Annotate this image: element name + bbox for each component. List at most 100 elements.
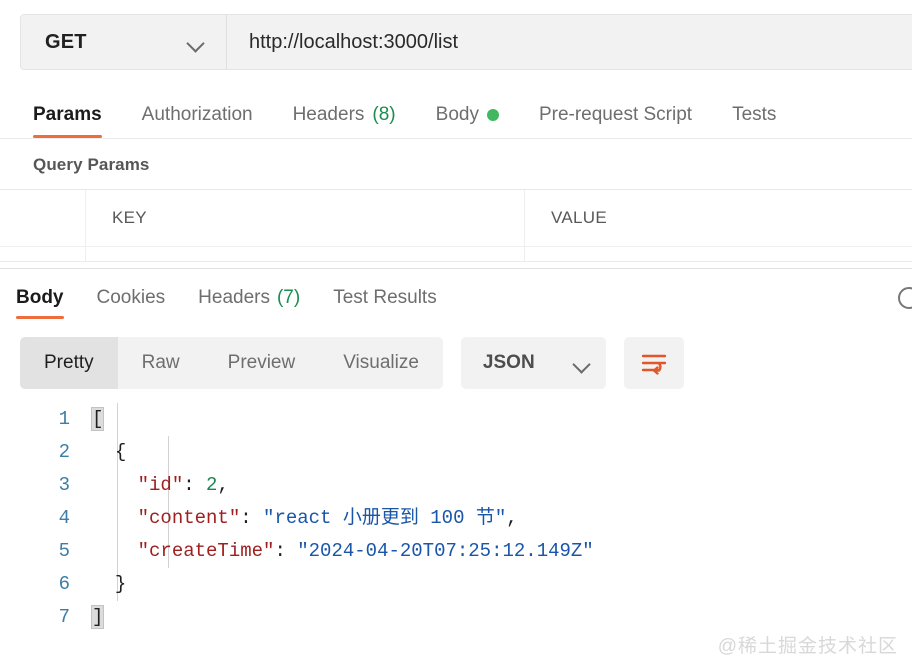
response-language-label: JSON xyxy=(483,352,535,374)
json-colon: : xyxy=(274,540,297,562)
code-line: 4 "content": "react 小册更到 100 节", xyxy=(0,502,912,535)
tab-body[interactable]: Body xyxy=(436,104,499,138)
code-line-content: ] xyxy=(92,601,103,634)
response-info-button[interactable] xyxy=(898,287,912,309)
json-key-id: "id" xyxy=(138,474,184,496)
response-tab-bar: Body Cookies Headers (7) Test Results xyxy=(0,269,912,319)
response-tab-body[interactable]: Body xyxy=(16,287,64,319)
line-number: 7 xyxy=(0,601,92,634)
tab-tests[interactable]: Tests xyxy=(732,104,776,138)
line-number: 3 xyxy=(0,469,92,502)
response-pane: Body Cookies Headers (7) Test Results Pr… xyxy=(0,268,912,634)
tab-headers[interactable]: Headers (8) xyxy=(293,104,396,138)
code-line-content: { xyxy=(92,436,126,469)
tab-authorization[interactable]: Authorization xyxy=(142,104,253,138)
response-view-mode-group: Pretty Raw Preview Visualize xyxy=(20,337,443,389)
code-line-content: "id": 2, xyxy=(92,469,229,502)
chevron-down-icon xyxy=(573,355,590,372)
row-key-cell[interactable] xyxy=(86,247,525,261)
json-value-content: "react 小册更到 100 节" xyxy=(263,507,506,529)
response-tab-headers[interactable]: Headers (7) xyxy=(198,287,300,319)
tab-params-label: Params xyxy=(33,104,102,126)
http-method-label: GET xyxy=(45,31,87,54)
json-brace-open-object: { xyxy=(115,441,126,463)
response-tab-cookies-label: Cookies xyxy=(97,287,166,309)
json-bracket-close-array: ] xyxy=(92,606,103,628)
request-url-bar: GET http://localhost:3000/list xyxy=(20,14,912,70)
view-mode-raw-label: Raw xyxy=(142,352,180,374)
tab-pre-request-script[interactable]: Pre-request Script xyxy=(539,104,692,138)
info-circle-icon xyxy=(898,287,912,309)
query-params-table: KEY VALUE xyxy=(0,189,912,262)
response-tab-body-label: Body xyxy=(16,287,64,309)
response-language-select[interactable]: JSON xyxy=(461,337,606,389)
json-key-content: "content" xyxy=(138,507,241,529)
json-brace-close-object: } xyxy=(115,573,126,595)
code-line-content: [ xyxy=(92,403,103,436)
watermark: @稀土掘金技术社区 xyxy=(718,631,898,658)
table-header-row: KEY VALUE xyxy=(0,190,912,247)
request-tab-bar: Params Authorization Headers (8) Body Pr… xyxy=(0,92,912,138)
column-header-key-label: KEY xyxy=(112,208,147,228)
select-all-cell[interactable] xyxy=(0,190,86,246)
query-params-title: Query Params xyxy=(0,139,912,189)
code-line: 3 "id": 2, xyxy=(0,469,912,502)
row-value-cell[interactable] xyxy=(525,247,912,261)
table-row[interactable] xyxy=(0,247,912,261)
response-tab-headers-label: Headers xyxy=(198,287,270,309)
line-number: 4 xyxy=(0,502,92,535)
view-mode-raw[interactable]: Raw xyxy=(118,337,204,389)
row-checkbox-cell[interactable] xyxy=(0,247,86,261)
request-url-input[interactable]: http://localhost:3000/list xyxy=(227,15,912,69)
tab-tests-label: Tests xyxy=(732,104,776,126)
json-bracket-open-array: [ xyxy=(92,408,103,430)
column-header-value: VALUE xyxy=(525,190,912,246)
json-value-id: 2 xyxy=(206,474,217,496)
code-line: 2 { xyxy=(0,436,912,469)
code-line-content: "content": "react 小册更到 100 节", xyxy=(92,502,518,535)
json-comma: , xyxy=(506,507,517,529)
json-value-createtime: "2024-04-20T07:25:12.149Z" xyxy=(297,540,593,562)
json-colon: : xyxy=(183,474,206,496)
chevron-down-icon xyxy=(187,34,204,51)
column-header-value-label: VALUE xyxy=(551,208,607,228)
view-mode-preview[interactable]: Preview xyxy=(204,337,320,389)
code-line: 5 "createTime": "2024-04-20T07:25:12.149… xyxy=(0,535,912,568)
view-mode-pretty[interactable]: Pretty xyxy=(20,337,118,389)
column-header-key: KEY xyxy=(86,190,525,246)
response-body-code-viewer[interactable]: 1 [ 2 { 3 "id": 2, 4 "content": "react 小… xyxy=(0,389,912,634)
toggle-word-wrap-button[interactable] xyxy=(624,337,684,389)
view-mode-pretty-label: Pretty xyxy=(44,352,94,374)
tab-authorization-label: Authorization xyxy=(142,104,253,126)
api-client-window: GET http://localhost:3000/list Params Au… xyxy=(0,0,912,668)
view-mode-visualize-label: Visualize xyxy=(343,352,419,374)
tab-pre-request-script-label: Pre-request Script xyxy=(539,104,692,126)
response-format-toolbar: Pretty Raw Preview Visualize JSON xyxy=(0,319,912,389)
response-tab-test-results-label: Test Results xyxy=(333,287,436,309)
code-line: 7 ] xyxy=(0,601,912,634)
code-line-content: "createTime": "2024-04-20T07:25:12.149Z" xyxy=(92,535,594,568)
json-key-createtime: "createTime" xyxy=(138,540,275,562)
line-number: 5 xyxy=(0,535,92,568)
tab-body-label: Body xyxy=(436,104,479,126)
response-tab-cookies[interactable]: Cookies xyxy=(97,287,166,319)
text-wrap-icon xyxy=(640,350,668,376)
http-method-select[interactable]: GET xyxy=(21,15,227,69)
json-colon: : xyxy=(240,507,263,529)
line-number: 6 xyxy=(0,568,92,601)
response-tab-test-results[interactable]: Test Results xyxy=(333,287,436,319)
tab-params[interactable]: Params xyxy=(33,104,102,138)
json-comma: , xyxy=(217,474,228,496)
view-mode-visualize[interactable]: Visualize xyxy=(319,337,443,389)
line-number: 2 xyxy=(0,436,92,469)
tab-headers-label: Headers xyxy=(293,104,365,126)
code-line-content: } xyxy=(92,568,126,601)
line-number: 1 xyxy=(0,403,92,436)
code-line: 1 [ xyxy=(0,403,912,436)
code-line: 6 } xyxy=(0,568,912,601)
query-params-section: Query Params KEY VALUE xyxy=(0,138,912,262)
body-present-dot-icon xyxy=(487,109,499,121)
response-tab-headers-count: (7) xyxy=(277,287,300,309)
view-mode-preview-label: Preview xyxy=(228,352,296,374)
tab-headers-count: (8) xyxy=(372,104,395,126)
